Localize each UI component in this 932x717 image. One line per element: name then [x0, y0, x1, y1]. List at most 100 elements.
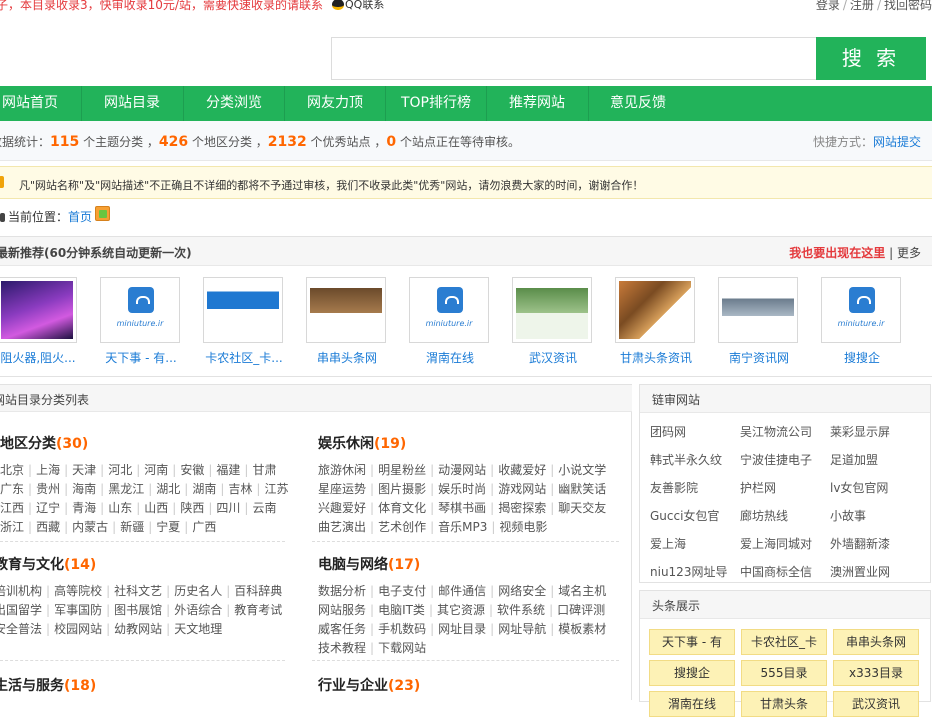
subcategory-link[interactable]: 吉林	[228, 482, 252, 496]
site-thumbnail[interactable]: miniuture.ir	[821, 277, 901, 343]
subcategory-link[interactable]: 河南	[144, 463, 168, 477]
subcategory-link[interactable]: 网络安全	[498, 584, 546, 598]
subcategory-link[interactable]: 软件系统	[497, 603, 545, 617]
friend-link[interactable]: 护栏网	[740, 479, 776, 496]
subcategory-link[interactable]: 广东	[0, 482, 24, 496]
friend-link[interactable]: 中国商标全信	[740, 563, 812, 580]
subcategory-link[interactable]: 动漫网站	[438, 463, 486, 477]
subcategory-link[interactable]: 安全普法	[0, 622, 42, 636]
subcategory-link[interactable]: 陕西	[180, 501, 204, 515]
friend-link[interactable]: Gucci女包官	[650, 507, 719, 524]
nav-top-ranking[interactable]: TOP排行榜	[386, 86, 486, 121]
subcategory-link[interactable]: 电脑IT类	[378, 603, 425, 617]
subcategory-link[interactable]: 甘肃	[252, 463, 276, 477]
subcategory-link[interactable]: 出国留学	[0, 603, 42, 617]
subcategory-link[interactable]: 技术教程	[318, 641, 366, 655]
friend-link[interactable]: 小故事	[830, 507, 866, 524]
category-group-title[interactable]: 电脑与网络(17)	[318, 554, 606, 574]
subcategory-link[interactable]: 百科辞典	[234, 584, 282, 598]
category-group-title[interactable]: 行业与企业(23)	[318, 675, 420, 695]
headline-link[interactable]: 555目录	[741, 660, 827, 686]
headline-link[interactable]: x333目录	[833, 660, 919, 686]
subcategory-link[interactable]: 福建	[216, 463, 240, 477]
subcategory-link[interactable]: 天津	[72, 463, 96, 477]
friend-link[interactable]: 外墙翻新漆	[830, 535, 890, 552]
site-thumbnail[interactable]	[306, 277, 386, 343]
login-link[interactable]: 登录	[816, 0, 840, 12]
nav-recommended[interactable]: 推荐网站	[487, 86, 587, 121]
subcategory-link[interactable]: 收藏爱好	[498, 463, 546, 477]
subcategory-link[interactable]: 辽宁	[36, 501, 60, 515]
subcategory-link[interactable]: 贵州	[36, 482, 60, 496]
subcategory-link[interactable]: 河北	[108, 463, 132, 477]
subcategory-link[interactable]: 幼教网站	[114, 622, 162, 636]
subcategory-link[interactable]: 揭密探索	[498, 501, 546, 515]
nav-feedback[interactable]: 意见反馈	[588, 86, 688, 121]
subcategory-link[interactable]: 上海	[36, 463, 60, 477]
subcategory-link[interactable]: 域名主机	[558, 584, 606, 598]
breadcrumb-home[interactable]: 首页	[68, 210, 92, 224]
subcategory-link[interactable]: 模板素材	[558, 622, 606, 636]
subcategory-link[interactable]: 青海	[72, 501, 96, 515]
headline-link[interactable]: 甘肃头条	[741, 691, 827, 717]
friend-link[interactable]: niu123网址导	[650, 563, 727, 580]
friend-link[interactable]: 爱上海同城对	[740, 535, 812, 552]
qq-contact-link[interactable]: QQ联系	[332, 0, 384, 12]
site-thumbnail[interactable]	[203, 277, 283, 343]
subcategory-link[interactable]: 江苏	[264, 482, 288, 496]
subcategory-link[interactable]: 邮件通信	[438, 584, 486, 598]
subcategory-link[interactable]: 数据分析	[318, 584, 366, 598]
category-group-title[interactable]: 娱乐休闲(19)	[318, 433, 606, 453]
subcategory-link[interactable]: 山西	[144, 501, 168, 515]
headline-link[interactable]: 天下事 - 有	[649, 629, 735, 655]
subcategory-link[interactable]: 下载网站	[378, 641, 426, 655]
subcategory-link[interactable]: 曲艺演出	[318, 520, 366, 534]
subcategory-link[interactable]: 体育文化	[378, 501, 426, 515]
category-group-title[interactable]: 教育与文化(14)	[0, 554, 282, 574]
subcategory-link[interactable]: 网站服务	[318, 603, 366, 617]
nav-directory[interactable]: 网站目录	[82, 86, 182, 121]
friend-link[interactable]: 宁波佳捷电子	[740, 451, 812, 468]
subcategory-link[interactable]: 威客任务	[318, 622, 366, 636]
subcategory-link[interactable]: 聊天交友	[558, 501, 606, 515]
submit-site-link[interactable]: 网站提交	[873, 135, 921, 149]
category-group-title[interactable]: 地区分类(30)	[0, 433, 288, 453]
subcategory-link[interactable]: 湖南	[192, 482, 216, 496]
friend-link[interactable]: 韩式半永久纹	[650, 451, 722, 468]
subcategory-link[interactable]: 黑龙江	[108, 482, 144, 496]
subcategory-link[interactable]: 高等院校	[54, 584, 102, 598]
site-name-link[interactable]: 天下事 - 有...	[96, 349, 186, 366]
appear-here-link[interactable]: 我也要出现在这里	[789, 246, 885, 260]
subcategory-link[interactable]: 网址导航	[498, 622, 546, 636]
friend-link[interactable]: 澳洲置业网	[830, 563, 890, 580]
headline-link[interactable]: 搜搜企	[649, 660, 735, 686]
subcategory-link[interactable]: 其它资源	[437, 603, 485, 617]
subcategory-link[interactable]: 小说文学	[558, 463, 606, 477]
site-thumbnail[interactable]: miniuture.ir	[100, 277, 180, 343]
friend-link[interactable]: 吴江物流公司	[740, 423, 812, 440]
site-thumbnail[interactable]	[718, 277, 798, 343]
subcategory-link[interactable]: 广西	[192, 520, 216, 534]
headline-link[interactable]: 卡农社区_卡	[741, 629, 827, 655]
subcategory-link[interactable]: 社科文艺	[114, 584, 162, 598]
subcategory-link[interactable]: 兴趣爱好	[318, 501, 366, 515]
subcategory-link[interactable]: 外语综合	[174, 603, 222, 617]
subcategory-link[interactable]: 云南	[252, 501, 276, 515]
site-name-link[interactable]: 渭南在线	[405, 349, 495, 366]
subcategory-link[interactable]: 图书展馆	[114, 603, 162, 617]
site-name-link[interactable]: 阻火器,阻火...	[0, 349, 83, 366]
subcategory-link[interactable]: 音乐MP3	[438, 520, 487, 534]
friend-link[interactable]: 团码网	[650, 423, 686, 440]
more-link[interactable]: 更多	[897, 246, 921, 260]
subcategory-link[interactable]: 视频电影	[499, 520, 547, 534]
subcategory-link[interactable]: 安徽	[180, 463, 204, 477]
subcategory-link[interactable]: 宁夏	[156, 520, 180, 534]
subcategory-link[interactable]: 内蒙古	[72, 520, 108, 534]
subcategory-link[interactable]: 校园网站	[54, 622, 102, 636]
subcategory-link[interactable]: 星座运势	[318, 482, 366, 496]
nav-categories[interactable]: 分类浏览	[184, 86, 284, 121]
subcategory-link[interactable]: 军事国防	[54, 603, 102, 617]
subcategory-link[interactable]: 艺术创作	[378, 520, 426, 534]
subcategory-link[interactable]: 电子支付	[378, 584, 426, 598]
subcategory-link[interactable]: 琴棋书画	[438, 501, 486, 515]
